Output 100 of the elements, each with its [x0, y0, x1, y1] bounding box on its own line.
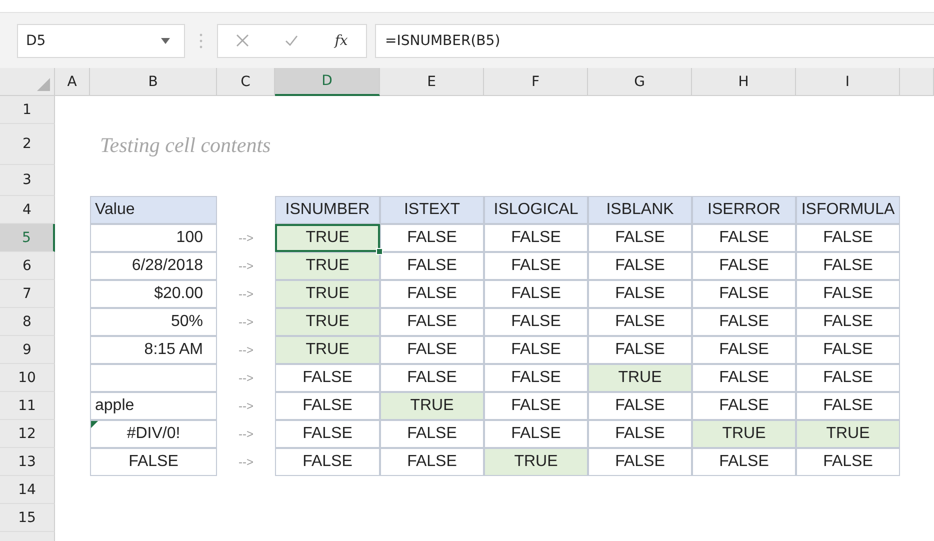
table-cell[interactable]: TRUE: [588, 364, 692, 392]
table-cell[interactable]: FALSE: [692, 224, 796, 252]
table-cell[interactable]: FALSE: [588, 224, 692, 252]
table-cell[interactable]: FALSE: [380, 224, 484, 252]
table-cell[interactable]: FALSE: [484, 308, 588, 336]
table-cell[interactable]: FALSE: [692, 280, 796, 308]
table-cell[interactable]: TRUE: [484, 448, 588, 476]
table-cell[interactable]: FALSE: [588, 308, 692, 336]
table-cell[interactable]: FALSE: [484, 280, 588, 308]
table-cell[interactable]: FALSE: [275, 420, 380, 448]
table-cell[interactable]: FALSE: [692, 252, 796, 280]
column-header[interactable]: I: [796, 68, 900, 96]
table-cell[interactable]: TRUE: [275, 336, 380, 364]
table-cell[interactable]: FALSE: [588, 336, 692, 364]
column-header[interactable]: E: [380, 68, 484, 96]
table-header: ISBLANK: [588, 196, 692, 224]
table-cell[interactable]: FALSE: [484, 252, 588, 280]
column-header[interactable]: F: [484, 68, 588, 96]
arrow-text: -->: [238, 314, 254, 331]
row-header[interactable]: 1: [0, 96, 55, 124]
table-cell: 100: [90, 224, 217, 252]
row-header[interactable]: 11: [0, 392, 55, 420]
table-cell[interactable]: FALSE: [796, 336, 900, 364]
row-header[interactable]: 3: [0, 165, 55, 196]
table-cell[interactable]: FALSE: [588, 392, 692, 420]
table-cell[interactable]: FALSE: [796, 392, 900, 420]
table-cell[interactable]: FALSE: [484, 364, 588, 392]
table-cell[interactable]: FALSE: [796, 364, 900, 392]
table-cell[interactable]: FALSE: [692, 364, 796, 392]
row-header[interactable]: 4: [0, 196, 55, 224]
table-cell[interactable]: FALSE: [275, 448, 380, 476]
table-cell[interactable]: TRUE: [380, 392, 484, 420]
row-header[interactable]: 7: [0, 280, 55, 308]
table-cell[interactable]: FALSE: [380, 252, 484, 280]
row-header[interactable]: 12: [0, 420, 55, 448]
table-cell[interactable]: FALSE: [692, 336, 796, 364]
table-cell[interactable]: TRUE: [692, 420, 796, 448]
table-cell: FALSE: [90, 448, 217, 476]
cell-reference: D5: [26, 32, 46, 48]
table-cell[interactable]: FALSE: [380, 280, 484, 308]
table-cell[interactable]: FALSE: [275, 364, 380, 392]
row-header[interactable]: 2: [0, 124, 55, 165]
arrow-text: -->: [238, 426, 254, 443]
arrow-text: -->: [238, 286, 254, 303]
table-cell[interactable]: FALSE: [588, 448, 692, 476]
table-cell[interactable]: FALSE: [380, 420, 484, 448]
row-header[interactable]: 6: [0, 252, 55, 280]
table-cell[interactable]: TRUE: [275, 280, 380, 308]
column-header[interactable]: A: [55, 68, 90, 96]
table-cell: 6/28/2018: [90, 252, 217, 280]
table-header: Value: [90, 196, 217, 224]
table-cell[interactable]: FALSE: [380, 364, 484, 392]
table-header: ISNUMBER: [275, 196, 380, 224]
column-header[interactable]: H: [692, 68, 796, 96]
table-cell[interactable]: FALSE: [484, 336, 588, 364]
row-header[interactable]: 5: [0, 224, 55, 252]
table-cell[interactable]: FALSE: [796, 224, 900, 252]
column-header[interactable]: B: [90, 68, 217, 96]
grip-icon: [199, 32, 203, 50]
row-header[interactable]: 9: [0, 336, 55, 364]
table-cell[interactable]: FALSE: [380, 308, 484, 336]
table-cell[interactable]: FALSE: [796, 252, 900, 280]
table-cell[interactable]: FALSE: [484, 224, 588, 252]
table-cell[interactable]: TRUE: [275, 252, 380, 280]
name-box[interactable]: D5: [17, 24, 185, 58]
row-header[interactable]: 8: [0, 308, 55, 336]
table-cell[interactable]: FALSE: [380, 336, 484, 364]
table-cell[interactable]: TRUE: [275, 308, 380, 336]
row-header[interactable]: 15: [0, 504, 55, 532]
table-cell[interactable]: TRUE: [275, 224, 380, 252]
table-cell[interactable]: FALSE: [588, 280, 692, 308]
column-header[interactable]: G: [588, 68, 692, 96]
table-cell[interactable]: FALSE: [796, 448, 900, 476]
table-cell[interactable]: TRUE: [796, 420, 900, 448]
table-cell[interactable]: FALSE: [484, 392, 588, 420]
table-cell[interactable]: FALSE: [796, 308, 900, 336]
insert-function-button[interactable]: fx: [334, 32, 348, 48]
formula-field[interactable]: =ISNUMBER(B5): [375, 24, 934, 58]
table-cell[interactable]: FALSE: [692, 308, 796, 336]
table-cell[interactable]: FALSE: [692, 448, 796, 476]
column-header[interactable]: C: [217, 68, 275, 96]
table-cell[interactable]: FALSE: [588, 420, 692, 448]
table-cell[interactable]: FALSE: [588, 252, 692, 280]
column-header[interactable]: D: [275, 68, 380, 96]
error-indicator-icon[interactable]: [91, 421, 98, 428]
table-cell[interactable]: FALSE: [275, 392, 380, 420]
table-cell[interactable]: FALSE: [484, 420, 588, 448]
check-icon[interactable]: [285, 34, 298, 47]
table-cell: 50%: [90, 308, 217, 336]
row-header-strip: [0, 532, 55, 541]
row-header[interactable]: 13: [0, 448, 55, 476]
table-cell[interactable]: FALSE: [692, 392, 796, 420]
caret-icon[interactable]: [161, 38, 170, 44]
row-header[interactable]: 14: [0, 476, 55, 504]
table-cell[interactable]: FALSE: [380, 448, 484, 476]
table-header: ISFORMULA: [796, 196, 900, 224]
row-header[interactable]: 10: [0, 364, 55, 392]
table-header: ISERROR: [692, 196, 796, 224]
table-cell[interactable]: FALSE: [796, 280, 900, 308]
fill-handle[interactable]: [376, 248, 383, 255]
